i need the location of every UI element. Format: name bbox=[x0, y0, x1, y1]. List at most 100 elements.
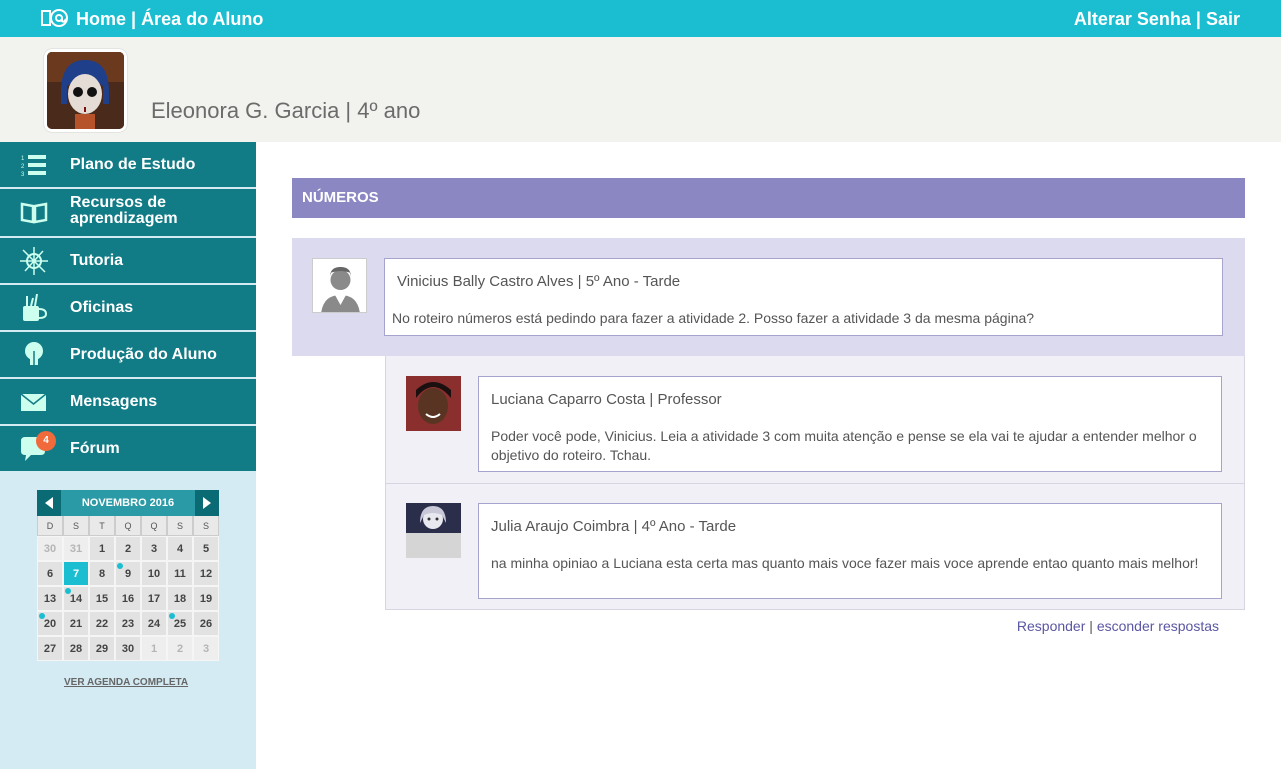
open-book-icon bbox=[20, 202, 48, 224]
account-separator: | bbox=[1190, 9, 1206, 29]
avatar bbox=[406, 503, 461, 558]
post-author: Vinicius Bally Castro Alves | 5º Ano - T… bbox=[397, 273, 681, 290]
calendar-day[interactable]: 1 bbox=[141, 636, 167, 661]
calendar-weekday: T bbox=[89, 516, 115, 536]
avatar-image bbox=[47, 52, 124, 129]
avatar[interactable] bbox=[44, 49, 127, 132]
calendar-day[interactable]: 30 bbox=[115, 636, 141, 661]
sidebar-item-recursos[interactable]: Recursos de aprendizagem bbox=[0, 189, 256, 237]
post-text: na minha opiniao a Luciana esta certa ma… bbox=[491, 555, 1199, 571]
calendar-day[interactable]: 17 bbox=[141, 586, 167, 611]
calendar-days: 30 31 1 2 3 4 5 6 7 8 9 10 11 12 13 14 15 16 17 18 19 20 21 22 2… bbox=[37, 536, 219, 661]
calendar-day[interactable]: 14 bbox=[63, 586, 89, 611]
calendar-day[interactable]: 3 bbox=[193, 636, 219, 661]
calendar-day[interactable]: 1 bbox=[89, 536, 115, 561]
calendar-day-today[interactable]: 7 bbox=[63, 561, 89, 586]
calendar-day[interactable]: 25 bbox=[167, 611, 193, 636]
calendar-day[interactable]: 2 bbox=[167, 636, 193, 661]
svg-text:1: 1 bbox=[21, 156, 25, 162]
sidebar-item-plano-de-estudo[interactable]: 1 2 3 Plano de Estudo bbox=[0, 142, 256, 188]
post-text: Poder você pode, Vinicius. Leia a ativid… bbox=[491, 428, 1197, 463]
calendar-weekday: S bbox=[63, 516, 89, 536]
previous-month-button[interactable] bbox=[37, 490, 61, 516]
calendar-day[interactable]: 21 bbox=[63, 611, 89, 636]
calendar-day[interactable]: 5 bbox=[193, 536, 219, 561]
lightbulb-icon bbox=[25, 342, 43, 367]
calendar-day[interactable]: 10 bbox=[141, 561, 167, 586]
sidebar-item-label: Tutoria bbox=[70, 252, 124, 269]
calendar-day[interactable]: 9 bbox=[115, 561, 141, 586]
sidebar-item-forum[interactable]: 4 Fórum bbox=[0, 426, 256, 472]
student-area-link[interactable]: Área do Aluno bbox=[141, 9, 263, 29]
avatar bbox=[406, 376, 461, 431]
home-link[interactable]: Home bbox=[76, 9, 126, 29]
calendar-weekday: Q bbox=[115, 516, 141, 536]
calendar-day[interactable]: 2 bbox=[115, 536, 141, 561]
topic-title: NÚMEROS bbox=[292, 178, 1245, 218]
next-month-button[interactable] bbox=[195, 490, 219, 516]
calendar-day[interactable]: 22 bbox=[89, 611, 115, 636]
calendar-day[interactable]: 23 bbox=[115, 611, 141, 636]
reply-link[interactable]: Responder bbox=[1017, 618, 1086, 634]
calendar-day[interactable]: 3 bbox=[141, 536, 167, 561]
calendar-day[interactable]: 30 bbox=[37, 536, 63, 561]
chevron-left-icon bbox=[45, 497, 53, 509]
calendar-weekday: S bbox=[193, 516, 219, 536]
user-placeholder-icon bbox=[312, 258, 367, 313]
calendar-day[interactable]: 8 bbox=[89, 561, 115, 586]
sidebar-item-tutoria[interactable]: Tutoria bbox=[0, 238, 256, 284]
calendar-day[interactable]: 24 bbox=[141, 611, 167, 636]
calendar-weekdays: DSTQQSS bbox=[37, 516, 219, 536]
account-links: Alterar Senha | Sair bbox=[1074, 9, 1240, 30]
change-password-link[interactable]: Alterar Senha bbox=[1074, 9, 1191, 29]
calendar-day[interactable]: 18 bbox=[167, 586, 193, 611]
calendar-day[interactable]: 26 bbox=[193, 611, 219, 636]
calendar-day[interactable]: 27 bbox=[37, 636, 63, 661]
calendar-day[interactable]: 29 bbox=[89, 636, 115, 661]
calendar-day[interactable]: 6 bbox=[37, 561, 63, 586]
calendar-day[interactable]: 31 bbox=[63, 536, 89, 561]
compass-icon bbox=[20, 247, 48, 275]
calendar-day[interactable]: 4 bbox=[167, 536, 193, 561]
svg-text:2: 2 bbox=[21, 164, 25, 170]
notification-badge: 4 bbox=[36, 431, 56, 451]
calendar-day[interactable]: 12 bbox=[193, 561, 219, 586]
full-agenda-link[interactable]: VER AGENDA COMPLETA bbox=[64, 677, 188, 688]
calendar-day[interactable]: 13 bbox=[37, 586, 63, 611]
breadcrumb: Home | Área do Aluno bbox=[76, 9, 263, 30]
question-card: Vinicius Bally Castro Alves | 5º Ano - T… bbox=[384, 258, 1223, 336]
post-text: No roteiro números está pedindo para faz… bbox=[392, 310, 1035, 326]
calendar-day[interactable]: 20 bbox=[37, 611, 63, 636]
hide-replies-link[interactable]: esconder respostas bbox=[1097, 618, 1219, 634]
calendar-weekday: Q bbox=[141, 516, 167, 536]
sidebar-item-mensagens[interactable]: Mensagens bbox=[0, 379, 256, 425]
logout-link[interactable]: Sair bbox=[1206, 9, 1240, 29]
at-sign-envelope-icon[interactable] bbox=[40, 7, 70, 29]
calendar-day[interactable]: 15 bbox=[89, 586, 115, 611]
divider bbox=[386, 483, 1244, 484]
calendar-day[interactable]: 16 bbox=[115, 586, 141, 611]
calendar-day[interactable]: 11 bbox=[167, 561, 193, 586]
sidebar-item-label: Plano de Estudo bbox=[70, 156, 196, 173]
post-author: Luciana Caparro Costa | Professor bbox=[491, 391, 722, 408]
student-name: Eleonora G. Garcia | 4º ano bbox=[151, 98, 421, 123]
calendar-month-title: NOVEMBRO 2016 bbox=[61, 490, 195, 516]
cup-tools-icon bbox=[23, 294, 48, 321]
calendar-day[interactable]: 28 bbox=[63, 636, 89, 661]
post-author: Julia Araujo Coimbra | 4º Ano - Tarde bbox=[491, 518, 737, 535]
chevron-right-icon bbox=[203, 497, 211, 509]
sidebar-item-label: Fórum bbox=[70, 440, 120, 457]
sidebar-item-label: Oficinas bbox=[70, 299, 134, 316]
sidebar-item-label: Produção do Aluno bbox=[70, 346, 217, 363]
sidebar-item-oficinas[interactable]: Oficinas bbox=[0, 285, 256, 331]
breadcrumb-separator: | bbox=[126, 9, 142, 29]
sidebar-item-producao-do-aluno[interactable]: Produção do Aluno bbox=[0, 332, 256, 378]
envelope-icon bbox=[20, 393, 47, 411]
profile-header: Eleonora G. Garcia | 4º ano bbox=[0, 37, 1281, 142]
calendar-day[interactable]: 19 bbox=[193, 586, 219, 611]
forum-content: NÚMEROS Vinicius Bally Castro Alves | 5º… bbox=[256, 142, 1281, 769]
top-bar: Home | Área do Aluno Alterar Senha | Sai… bbox=[0, 0, 1281, 37]
sidebar-item-label: Mensagens bbox=[70, 393, 158, 410]
post-actions: Responder | esconder respostas bbox=[1017, 618, 1219, 634]
replies-list: Luciana Caparro Costa | Professor Poder … bbox=[385, 356, 1245, 610]
